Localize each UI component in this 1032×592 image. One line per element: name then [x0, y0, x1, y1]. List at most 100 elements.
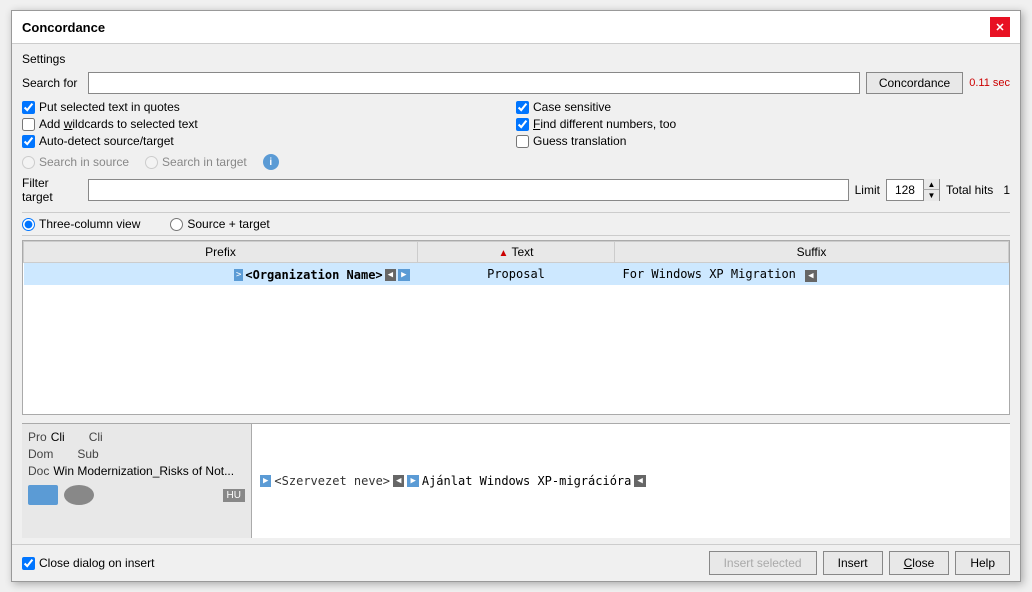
- preview-tag-start: ▶: [260, 475, 271, 487]
- close-icon[interactable]: ✕: [990, 17, 1010, 37]
- radio-search-source: Search in source: [22, 155, 129, 169]
- checkboxes-row: Put selected text in quotes Add wildcard…: [22, 100, 1010, 148]
- guess-translation-checkbox[interactable]: [516, 135, 529, 148]
- preview-end-marker: ◀: [634, 475, 645, 487]
- info-icon[interactable]: i: [263, 154, 279, 170]
- wildcards-label: Add wildcards to selected text: [39, 117, 198, 131]
- preview-main-text: Ajánlat Windows XP-migrációra: [422, 474, 632, 488]
- total-hits-value: 1: [1003, 183, 1010, 197]
- checkbox-find-numbers: Find different numbers, too: [516, 117, 1010, 131]
- limit-spinner: ▲ ▼: [886, 179, 940, 201]
- search-source-radio[interactable]: [22, 156, 35, 169]
- col-text[interactable]: ▲ Text: [418, 242, 615, 263]
- source-target-label: Source + target: [187, 217, 269, 231]
- tag-icon-2: ▶: [398, 269, 409, 281]
- doc-row: Doc Win Modernization_Risks of Not...: [28, 464, 245, 478]
- limit-label: Limit: [855, 183, 880, 197]
- text-cell: Proposal: [418, 263, 615, 286]
- checkbox-case-sensitive: Case sensitive: [516, 100, 1010, 114]
- pro-key: Pro: [28, 430, 47, 444]
- checkbox-guess-translation: Guess translation: [516, 134, 1010, 148]
- dialog-title: Concordance: [22, 20, 105, 35]
- spinner-up-button[interactable]: ▲: [923, 179, 939, 190]
- doc-value: Win Modernization_Risks of Not...: [53, 464, 234, 478]
- preview-tag-end1: ◀: [393, 475, 404, 487]
- pro-value: Cli: [51, 430, 65, 444]
- col-prefix[interactable]: Prefix: [24, 242, 418, 263]
- checkboxes-left: Put selected text in quotes Add wildcard…: [22, 100, 516, 148]
- case-sensitive-label: Case sensitive: [533, 100, 611, 114]
- help-button[interactable]: Help: [955, 551, 1010, 575]
- cli-key: Cli: [89, 430, 103, 444]
- checkbox-auto-detect: Auto-detect source/target: [22, 134, 516, 148]
- bottom-panel: Pro Cli Cli Dom Sub Doc Win Modernizatio…: [22, 423, 1010, 538]
- wildcards-checkbox[interactable]: [22, 118, 35, 131]
- search-target-label: Search in target: [162, 155, 247, 169]
- limit-value-input[interactable]: [887, 180, 923, 200]
- suffix-tag-icon: ◀: [805, 270, 816, 282]
- language-flag: HU: [223, 489, 245, 502]
- checkbox-wildcards: Add wildcards to selected text: [22, 117, 516, 131]
- auto-detect-checkbox[interactable]: [22, 135, 35, 148]
- footer-bar: Close dialog on insert Insert selected I…: [12, 544, 1020, 581]
- prefix-cell: > <Organization Name> ◀ ▶: [24, 263, 418, 286]
- thumbnail-icon: [28, 485, 58, 505]
- close-on-insert-checkbox[interactable]: [22, 557, 35, 570]
- total-hits-label: Total hits: [946, 183, 993, 197]
- insert-selected-button[interactable]: Insert selected: [709, 551, 817, 575]
- preview-tag-arrow: ▶: [407, 475, 418, 487]
- preview-tag-org-start: <Szervezet neve>: [274, 474, 390, 488]
- close-on-insert-container: Close dialog on insert: [22, 556, 703, 570]
- table-row[interactable]: > <Organization Name> ◀ ▶ Proposal For W…: [24, 263, 1009, 286]
- search-row: Search for Concordance 0.11 sec: [22, 72, 1010, 94]
- put-quotes-checkbox[interactable]: [22, 101, 35, 114]
- translation-preview-panel: ▶ <Szervezet neve> ◀ ▶ Ajánlat Windows X…: [252, 424, 1010, 538]
- dom-row: Dom Sub: [28, 447, 245, 461]
- doc-key: Doc: [28, 464, 49, 478]
- find-numbers-checkbox[interactable]: [516, 118, 529, 131]
- search-target-radio[interactable]: [145, 156, 158, 169]
- three-col-label: Three-column view: [39, 217, 140, 231]
- guess-translation-label: Guess translation: [533, 134, 626, 148]
- close-dialog-button[interactable]: Close: [889, 551, 950, 575]
- close-on-insert-label: Close dialog on insert: [39, 556, 154, 570]
- spinner-buttons: ▲ ▼: [923, 179, 939, 201]
- filter-row: Filter target Limit ▲ ▼ Total hits 1: [22, 176, 1010, 204]
- radio-search-target: Search in target: [145, 155, 247, 169]
- checkbox-put-quotes: Put selected text in quotes: [22, 100, 516, 114]
- checkboxes-right: Case sensitive Find different numbers, t…: [516, 100, 1010, 148]
- timing-text: 0.11 sec: [969, 77, 1010, 89]
- spinner-down-button[interactable]: ▼: [923, 190, 939, 201]
- left-panel-footer: HU: [28, 485, 245, 505]
- search-for-label: Search for: [22, 76, 82, 90]
- suffix-text: For Windows XP Migration: [623, 267, 796, 281]
- auto-detect-label: Auto-detect source/target: [39, 134, 174, 148]
- case-sensitive-checkbox[interactable]: [516, 101, 529, 114]
- find-numbers-label: Find different numbers, too: [533, 117, 676, 131]
- insert-button[interactable]: Insert: [823, 551, 883, 575]
- dialog-body: Settings Search for Concordance 0.11 sec…: [12, 44, 1020, 544]
- avatar-icon: [64, 485, 94, 505]
- pro-row: Pro Cli Cli: [28, 430, 245, 444]
- radio-three-col: Three-column view: [22, 217, 140, 231]
- radio-source-target: Source + target: [170, 217, 269, 231]
- search-input[interactable]: [88, 72, 860, 94]
- results-table-container[interactable]: Prefix ▲ Text Suffix > <Organization Nam…: [22, 240, 1010, 415]
- source-target-row: Search in source Search in target i: [22, 154, 1010, 170]
- sub-key: Sub: [77, 447, 98, 461]
- settings-label: Settings: [22, 52, 1010, 66]
- left-info-panel: Pro Cli Cli Dom Sub Doc Win Modernizatio…: [22, 424, 252, 538]
- prefix-text: <Organization Name>: [245, 268, 382, 282]
- source-target-radio[interactable]: [170, 218, 183, 231]
- put-quotes-label: Put selected text in quotes: [39, 100, 180, 114]
- search-source-label: Search in source: [39, 155, 129, 169]
- title-bar: Concordance ✕: [12, 11, 1020, 44]
- view-row: Three-column view Source + target: [22, 212, 1010, 236]
- concordance-button[interactable]: Concordance: [866, 72, 963, 94]
- col-suffix[interactable]: Suffix: [615, 242, 1009, 263]
- three-col-radio[interactable]: [22, 218, 35, 231]
- results-table: Prefix ▲ Text Suffix > <Organization Nam…: [23, 241, 1009, 285]
- concordance-dialog: Concordance ✕ Settings Search for Concor…: [11, 10, 1021, 582]
- tag-icon-1: ◀: [385, 269, 396, 281]
- filter-input[interactable]: [88, 179, 849, 201]
